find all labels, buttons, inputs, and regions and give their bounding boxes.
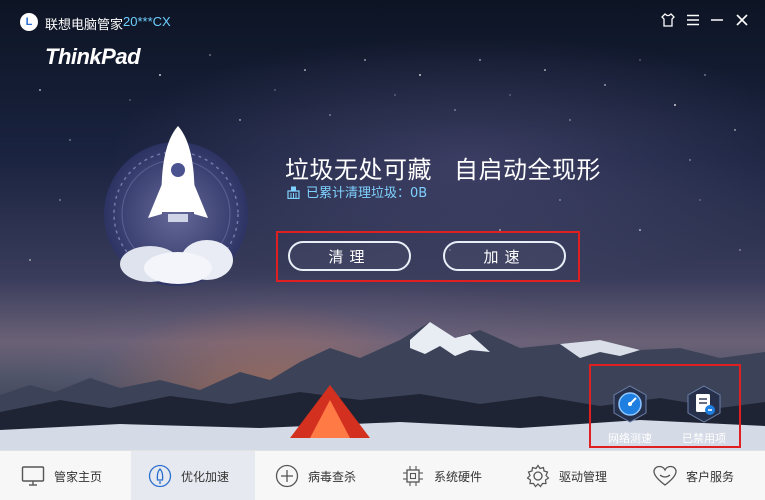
broom-icon — [287, 186, 300, 199]
heart-icon — [652, 463, 678, 489]
close-icon[interactable] — [732, 10, 752, 30]
device-model: 20***CX — [123, 14, 171, 29]
nav-label: 病毒查杀 — [308, 469, 357, 484]
nav-item-antivirus[interactable]: 病毒查杀 — [274, 451, 384, 500]
monitor-icon — [20, 463, 46, 489]
nav-label: 管家主页 — [54, 469, 103, 484]
rocket-icon — [147, 463, 173, 489]
title-bar: L 联想电脑管家 20***CX — [0, 0, 765, 42]
minimize-icon[interactable] — [707, 10, 727, 30]
clean-button[interactable]: 清理 — [288, 241, 411, 271]
nav-item-hardware[interactable]: 系统硬件 — [400, 451, 510, 500]
app-title: 联想电脑管家 — [45, 17, 124, 32]
nav-item-home[interactable]: 管家主页 — [20, 451, 130, 500]
app-window: L 联想电脑管家 20***CX ThinkPad 垃圾无处可藏 自启动全现形 … — [0, 0, 765, 500]
disabled-items-tool[interactable]: 已禁用项 — [674, 384, 734, 446]
nav-label: 驱动管理 — [559, 469, 608, 484]
shield-icon — [274, 463, 300, 489]
status-text: 已累计清理垃圾：0B — [306, 186, 428, 201]
skin-icon[interactable] — [658, 10, 678, 30]
bottom-nav: 管家主页 优化加速 病毒查杀 系统硬件 驱动管理 客户服务 — [0, 450, 765, 500]
rocket-icon — [104, 126, 248, 286]
headline: 垃圾无处可藏 自启动全现形 — [285, 150, 601, 185]
tool-label: 已禁用项 — [682, 432, 726, 445]
gear-icon — [525, 463, 551, 489]
headline-part2: 自启动全现形 — [454, 156, 601, 184]
headline-part1: 垃圾无处可藏 — [285, 156, 432, 184]
chip-icon — [400, 463, 426, 489]
speedometer-icon — [613, 385, 647, 423]
menu-icon[interactable] — [683, 10, 703, 30]
app-logo-icon: L — [20, 13, 38, 31]
thinkpad-brand-logo: ThinkPad — [45, 44, 141, 69]
nav-label: 优化加速 — [181, 469, 230, 484]
nav-item-support[interactable]: 客户服务 — [652, 451, 762, 500]
disabled-list-icon — [687, 385, 721, 423]
nav-item-optimize[interactable]: 优化加速 — [131, 451, 255, 500]
nav-item-drivers[interactable]: 驱动管理 — [525, 451, 635, 500]
nav-label: 系统硬件 — [434, 469, 483, 484]
speedup-button[interactable]: 加速 — [443, 241, 566, 271]
tool-label: 网络测速 — [608, 432, 652, 445]
network-speed-tool[interactable]: 网络测速 — [600, 384, 660, 446]
clean-status: 已累计清理垃圾：0B — [287, 182, 427, 201]
nav-label: 客户服务 — [686, 469, 735, 484]
